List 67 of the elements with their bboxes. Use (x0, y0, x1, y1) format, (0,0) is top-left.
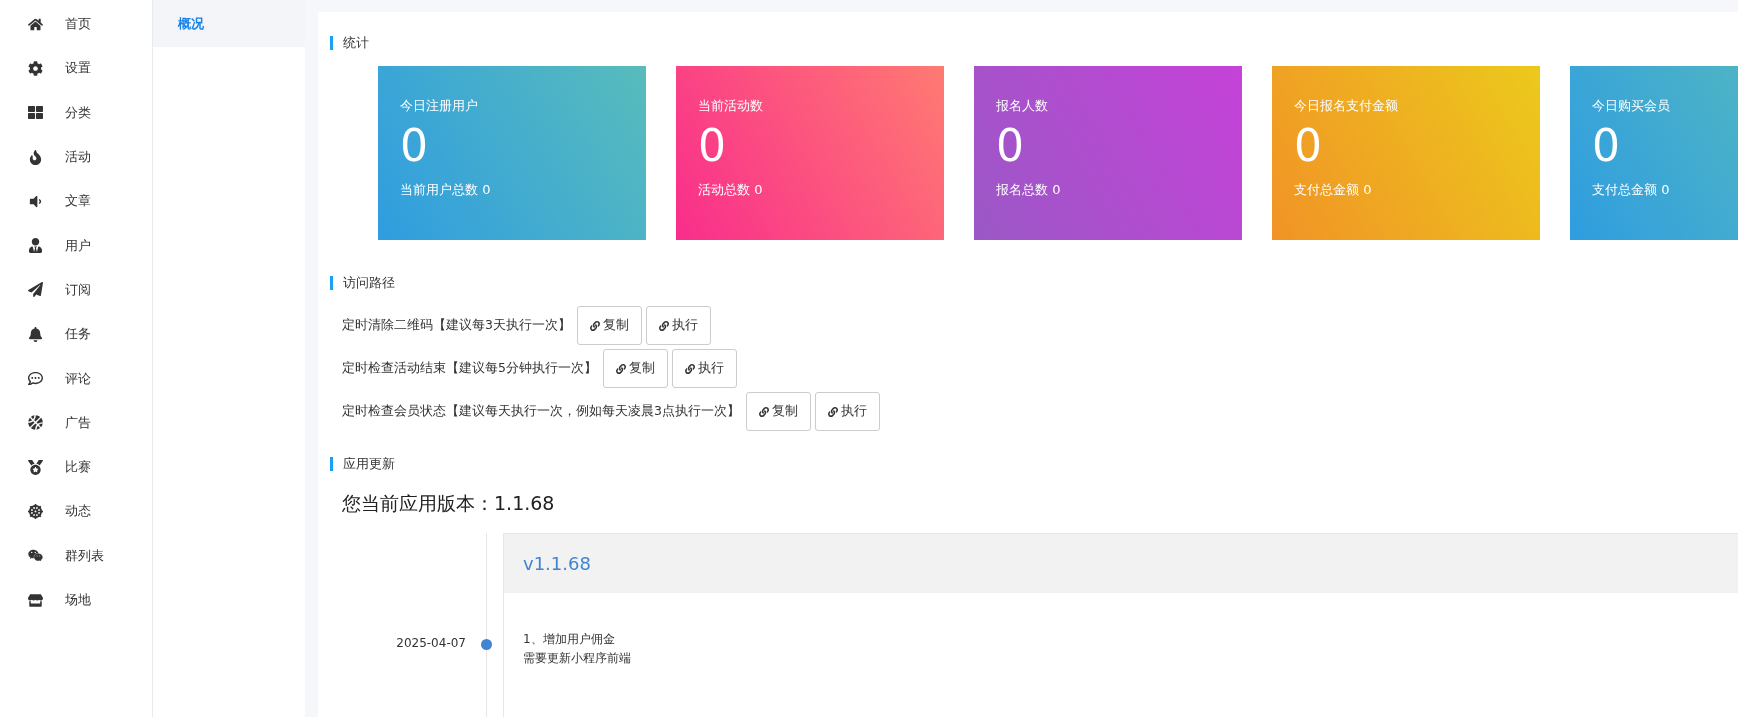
sidebar-item[interactable]: 设置 (0, 46, 152, 91)
sidebar-item[interactable]: 活动 (0, 134, 152, 180)
settings-icon (28, 60, 43, 76)
stat-footer: 支付总金额 0 (1592, 181, 1738, 199)
release-note: 1、增加用户佣金 (523, 631, 616, 648)
speaker-icon (28, 193, 43, 209)
section-title: 统计 (330, 36, 1738, 50)
stat-footer: 当前用户总数 0 (400, 181, 624, 199)
sidebar-item[interactable]: 分类 (0, 90, 152, 135)
section-title: 应用更新 (330, 457, 1738, 471)
store-icon (28, 592, 43, 608)
home-icon (28, 16, 43, 32)
sidebar-item[interactable]: 文章 (0, 179, 152, 224)
sidebar-item[interactable]: 任务 (0, 312, 152, 357)
action-button[interactable]: 复制 (602, 349, 668, 388)
link-icon (684, 363, 695, 374)
task-label: 定时检查活动结束【建议每5分钟执行一次】 (342, 360, 597, 377)
link-icon (615, 363, 626, 374)
release-note: 需要更新小程序前端 (523, 650, 632, 667)
wheel-icon (28, 503, 43, 519)
release-version: v1.1.68 (523, 553, 591, 574)
comment-icon (28, 371, 43, 386)
sidebar-item[interactable]: 场地 (0, 577, 152, 623)
link-icon (589, 320, 600, 331)
flame-icon (28, 149, 43, 165)
section-title: 访问路径 (330, 276, 1738, 290)
stat-footer: 支付总金额 0 (1294, 181, 1518, 199)
stat-title: 今日报名支付金额 (1294, 97, 1399, 115)
stat-footer: 报名总数 0 (996, 181, 1220, 199)
sidebar-item[interactable]: 评论 (0, 356, 152, 401)
medal-icon (28, 459, 43, 475)
link-icon (658, 320, 669, 331)
stat-value: 0 (1294, 119, 1323, 173)
stat-title: 当前活动数 (698, 97, 764, 115)
sidebar-item[interactable]: 广告 (0, 400, 152, 445)
stat-value: 0 (400, 119, 429, 173)
action-button[interactable]: 复制 (745, 392, 811, 431)
stat-value: 0 (698, 119, 727, 173)
bell-icon (28, 326, 43, 342)
task-label: 定时检查会员状态【建议每天执行一次，例如每天凌晨3点执行一次】 (342, 403, 740, 420)
submenu-item[interactable]: 概况 (153, 0, 305, 47)
stat-title: 报名人数 (996, 97, 1049, 115)
sidebar-item[interactable]: 订阅 (0, 267, 152, 313)
sidebar-item[interactable]: 首页 (0, 2, 152, 47)
paper-plane-icon (28, 282, 43, 298)
action-button[interactable]: 复制 (576, 306, 642, 345)
sidebar-item[interactable]: 用户 (0, 223, 152, 268)
task-label: 定时清除二维码【建议每3天执行一次】 (342, 317, 571, 334)
chat-bubbles-icon (28, 548, 43, 564)
stat-value: 0 (1592, 119, 1621, 173)
current-version: 您当前应用版本：1.1.68 (341, 491, 556, 516)
link-icon (827, 406, 838, 417)
stat-value: 0 (996, 119, 1025, 173)
stat-title: 今日注册用户 (400, 97, 479, 115)
stat-title: 今日购买会员 (1592, 97, 1671, 115)
stat-footer: 活动总数 0 (698, 181, 922, 199)
sidebar-item[interactable]: 群列表 (0, 533, 152, 578)
action-button[interactable]: 执行 (814, 392, 880, 431)
sidebar-item[interactable]: 比赛 (0, 444, 152, 490)
user-icon (28, 238, 43, 254)
sidebar-item[interactable]: 动态 (0, 489, 152, 534)
link-icon (758, 406, 769, 417)
action-button[interactable]: 执行 (671, 349, 737, 388)
grid-icon (28, 105, 43, 121)
timeline-date: 2025-04-07 (396, 636, 466, 652)
timeline-dot (481, 639, 492, 650)
action-button[interactable]: 执行 (645, 306, 711, 345)
